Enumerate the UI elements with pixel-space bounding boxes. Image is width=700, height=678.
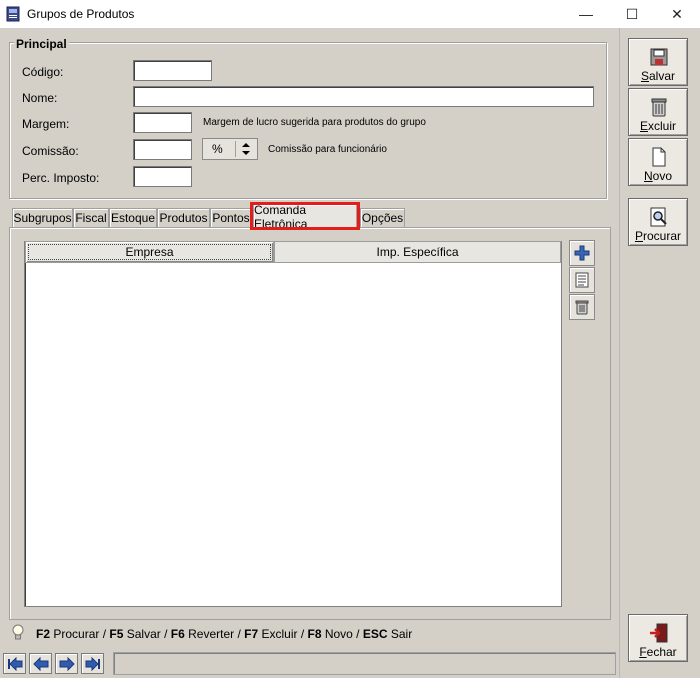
maximize-button[interactable]: ☐ [615, 0, 649, 28]
imposto-label: Perc. Imposto: [22, 171, 100, 185]
comissao-unit-select[interactable]: % [202, 138, 258, 160]
shortcut-text: Salvar / [123, 627, 171, 641]
window-title: Grupos de Produtos [27, 7, 135, 21]
shortcut-key: F7 [244, 627, 259, 641]
codigo-field[interactable] [133, 60, 212, 81]
search-icon [649, 207, 669, 227]
save-icon [649, 47, 669, 67]
salvar-label: alvar [649, 69, 676, 83]
excluir-button[interactable]: Excluir [628, 88, 688, 136]
excluir-accel: E [639, 119, 648, 133]
excluir-label: xcluir [648, 119, 677, 133]
shortcut-key: F8 [307, 627, 322, 641]
shortcut-text: Novo / [321, 627, 363, 641]
fechar-label: echar [646, 645, 677, 659]
margem-label: Margem: [22, 117, 70, 131]
comissao-unit-value: % [212, 142, 223, 156]
procurar-accel: P [634, 229, 643, 243]
lightbulb-icon [11, 624, 25, 645]
right-arrow-icon [59, 656, 75, 671]
grid-header-imp-especifica-label: Imp. Específica [376, 245, 459, 259]
list-icon [575, 272, 589, 288]
tab-estoque[interactable]: Estoque [109, 208, 157, 227]
title-bar: Grupos de Produtos — ☐ ✕ [0, 0, 700, 29]
new-document-icon [649, 147, 669, 167]
previous-record-button[interactable] [29, 653, 52, 674]
shortcut-key: F5 [109, 627, 124, 641]
comissao-label: Comissão: [22, 144, 79, 158]
salvar-accel: S [640, 69, 649, 83]
trash-icon [575, 300, 589, 315]
tab-opcoes[interactable]: Opções [360, 208, 405, 227]
margem-hint: Margem de lucro sugerida para produtos d… [203, 117, 426, 128]
principal-legend: Principal [14, 37, 69, 51]
fechar-button[interactable]: Fechar [628, 614, 688, 662]
tab-produtos[interactable]: Produtos [157, 208, 210, 227]
novo-button[interactable]: Novo [628, 138, 688, 186]
updown-arrows-icon [241, 142, 251, 159]
empresa-grid[interactable] [24, 241, 562, 607]
status-bar [113, 652, 616, 675]
active-tab-highlight [250, 202, 360, 230]
novo-label: ovo [652, 169, 673, 183]
left-arrow-icon [32, 656, 48, 671]
comissao-hint: Comissão para funcionário [268, 144, 387, 155]
comissao-field[interactable] [133, 139, 192, 160]
novo-accel: N [643, 169, 653, 183]
app-icon [6, 6, 20, 22]
add-row-button[interactable] [569, 240, 595, 266]
shortcut-key: F2 [36, 627, 51, 641]
shortcut-text: Excluir / [258, 627, 308, 641]
tab-pontos[interactable]: Pontos [210, 208, 252, 227]
trash-icon [649, 97, 669, 117]
last-record-button[interactable] [81, 653, 104, 674]
edit-row-button[interactable] [569, 267, 595, 293]
fechar-accel: F [639, 645, 647, 659]
next-record-button[interactable] [55, 653, 78, 674]
shortcut-key: ESC [362, 627, 388, 641]
close-button[interactable]: ✕ [660, 0, 694, 28]
procurar-label: rocurar [643, 229, 682, 243]
shortcut-text: Sair [387, 627, 413, 641]
shortcut-key: F6 [170, 627, 185, 641]
exit-door-icon [649, 623, 669, 643]
nome-label: Nome: [22, 91, 58, 105]
nome-field[interactable] [133, 86, 594, 107]
shortcut-text: Procurar / [50, 627, 110, 641]
margem-field[interactable] [133, 112, 192, 133]
last-arrow-icon [85, 656, 100, 671]
grid-header-imp-especifica[interactable]: Imp. Específica [274, 241, 561, 263]
tab-fiscal[interactable]: Fiscal [73, 208, 109, 227]
imposto-field[interactable] [133, 166, 192, 187]
shortcut-hints: F2 Procurar / F5 Salvar / F6 Reverter / … [36, 627, 412, 641]
minimize-button[interactable]: — [569, 0, 603, 28]
plus-icon [574, 245, 590, 261]
codigo-label: Código: [22, 65, 64, 79]
delete-row-button[interactable] [569, 294, 595, 320]
procurar-button[interactable]: Procurar [628, 198, 688, 246]
tab-subgrupos[interactable]: Subgrupos [12, 208, 73, 227]
first-arrow-icon [7, 656, 22, 671]
shortcut-text: Reverter / [184, 627, 245, 641]
first-record-button[interactable] [3, 653, 26, 674]
salvar-button[interactable]: Salvar [628, 38, 688, 86]
grid-header-empresa[interactable]: Empresa [25, 241, 274, 263]
